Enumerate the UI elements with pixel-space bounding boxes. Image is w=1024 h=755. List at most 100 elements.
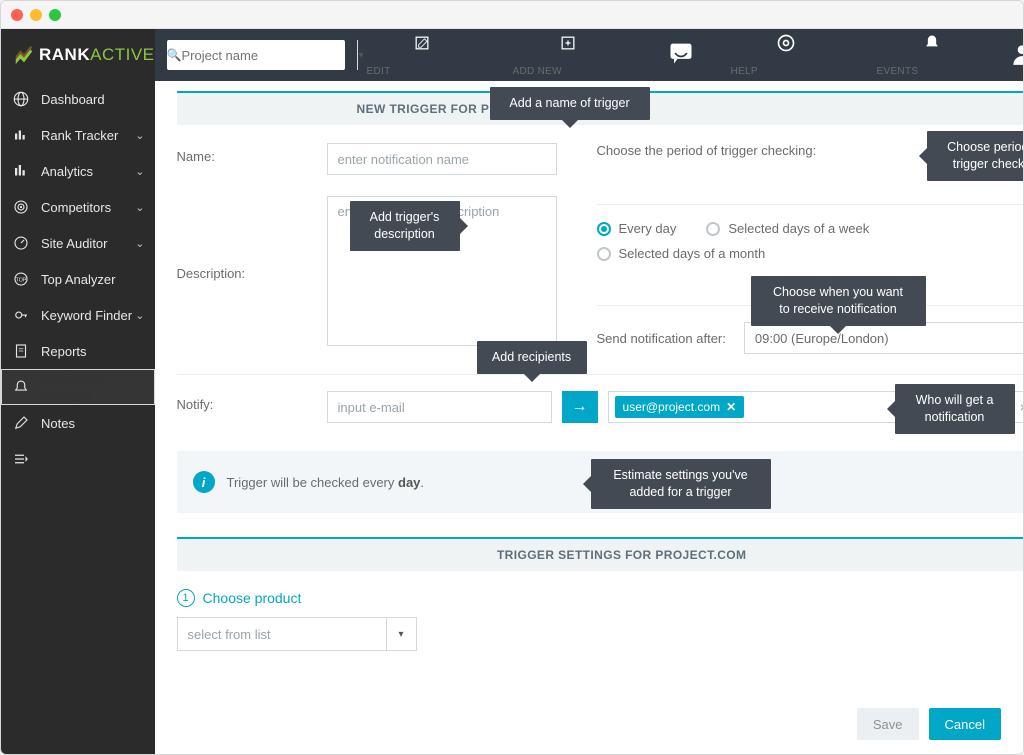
period-label: Choose the period of trigger checking: [597,143,1024,158]
chevron-down-icon: ⌄ [135,129,144,142]
radio-label: Every day [619,221,677,236]
sidebar-item-notes[interactable]: Notes [1,405,155,441]
sidebar-item-label: Site Auditor [41,236,108,251]
sidebar-item-label: Dashboard [41,92,105,107]
window-max-dot[interactable] [49,9,61,21]
sidebar-item-label: Rank Tracker [41,128,118,143]
window-titlebar [1,1,1023,29]
sidebar-item-label: Notification Manager [40,372,144,402]
topbar-label: EVENTS [877,60,987,77]
window-close-dot[interactable] [11,9,23,21]
topbar-label: HELP [731,60,841,77]
product-select[interactable]: select from list ▾ [177,617,417,651]
footer-actions: Save Cancel [181,694,1023,754]
project-select[interactable]: 🔍 ▾ [167,40,345,70]
name-label: Name: [177,143,287,176]
sidebar-item-reports[interactable]: Reports [1,333,155,369]
analytics-icon [11,162,31,180]
step-choose-product: 1 Choose product [155,571,1024,617]
sidebar-item-notification-manager[interactable]: Notification Manager [1,369,155,405]
notify-input[interactable] [327,391,552,423]
sidebar-item-label: Top Analyzer [41,272,115,287]
content: NEW TRIGGER FOR PROJECT.COM Name: Choose… [155,81,1024,754]
info-icon: i [193,471,215,493]
step-number: 1 [177,589,195,607]
globe-icon [11,90,31,108]
chevron-down-icon: ⌄ [135,165,144,178]
add-new-button[interactable]: ADD NEW [499,33,637,77]
help-icon [776,33,796,58]
trigger-form: Name: Choose the period of trigger check… [155,125,1024,441]
sidebar-item-label: Analytics [41,164,93,179]
target-icon [11,198,31,216]
radio-days-week[interactable]: Selected days of a week [706,221,869,236]
svg-text:TOP: TOP [16,277,27,283]
name-input[interactable] [327,143,557,175]
user-menu[interactable]: user ▾ [1009,41,1024,70]
main-area: 🔍 ▾ EDIT ADD NEW HELP EVENTS user ▾ NEW … [155,29,1024,754]
chevron-down-icon: ⌄ [135,309,144,322]
remove-recipient-icon[interactable]: ✕ [726,400,736,414]
sidebar-item-label: Competitors [41,200,111,215]
gauge-icon [11,234,31,252]
chevron-down-icon: ⌄ [135,201,144,214]
product-select-caret[interactable]: ▾ [387,617,417,651]
section-new-trigger: NEW TRIGGER FOR PROJECT.COM [177,91,1024,125]
send-after-value: 09:00 (Europe/London) [755,331,889,346]
recipients-box[interactable]: user@project.com ✕ × ▾ [608,391,1024,423]
radio-label: Selected days of a month [619,246,766,261]
description-input[interactable] [327,196,557,346]
doc-icon [11,342,31,360]
sidebar-item-analytics[interactable]: Analytics ⌄ [1,153,155,189]
top-icon: TOP [11,270,31,288]
key-icon [11,306,31,324]
recipient-email: user@project.com [623,400,721,414]
chat-button[interactable] [653,39,709,72]
edit-icon [412,33,432,58]
collapse-icon [11,450,31,468]
description-label: Description: [177,196,287,281]
logo: RANKACTIVE [1,29,155,81]
sidebar-item-competitors[interactable]: Competitors ⌄ [1,189,155,225]
sidebar-item-keyword-finder[interactable]: Keyword Finder⌄ [1,297,155,333]
sidebar-item-dashboard[interactable]: Dashboard [1,81,155,117]
topbar-label: EDIT [367,60,477,77]
logo-icon [13,44,35,66]
chart-icon [11,126,31,144]
send-after-field[interactable]: 09:00 (Europe/London) 🕒 [744,322,1024,354]
summary-text: Trigger will be checked every day. [227,475,425,490]
step-label: Choose product [203,590,302,606]
radio-days-month[interactable]: Selected days of a month [597,246,1024,261]
events-icon [922,33,942,58]
topbar-label: ADD NEW [513,60,623,77]
send-after-label: Send notification after: [597,331,726,346]
sidebar-item-top-analyzer[interactable]: TOP Top Analyzer [1,261,155,297]
window-min-dot[interactable] [30,9,42,21]
project-search-input[interactable] [181,40,357,70]
clear-recipients[interactable]: × [1014,399,1024,415]
chevron-down-icon: ⌄ [135,237,144,250]
radio-label: Selected days of a week [728,221,869,236]
cancel-button[interactable]: Cancel [929,708,1001,740]
sidebar-item-rank-tracker[interactable]: Rank Tracker ⌄ [1,117,155,153]
chat-icon [667,39,695,72]
search-icon: 🔍 [167,48,182,62]
add-icon [558,33,578,58]
product-select-value: select from list [177,617,387,651]
edit-button[interactable]: EDIT [353,33,491,77]
section-trigger-settings: TRIGGER SETTINGS FOR PROJECT.COM [177,537,1024,571]
topbar: 🔍 ▾ EDIT ADD NEW HELP EVENTS user ▾ [155,29,1024,81]
events-button[interactable]: EVENTS [863,33,1001,77]
notify-label: Notify: [177,391,287,423]
trigger-summary: i Trigger will be checked every day. [177,451,1024,513]
radio-every-day[interactable]: Every day [597,221,677,236]
sidebar-item-site-auditor[interactable]: Site Auditor ⌄ [1,225,155,261]
pencil-icon [11,414,31,432]
sidebar: RANKACTIVE Dashboard Rank Tracker ⌄ Analy… [1,29,155,754]
help-button[interactable]: HELP [717,33,855,77]
sidebar-item-collapse[interactable] [1,441,155,477]
sidebar-item-label: Keyword Finder [41,308,132,323]
recipient-chip: user@project.com ✕ [615,396,745,418]
add-recipient-button[interactable]: → [562,391,598,423]
save-button[interactable]: Save [857,708,919,740]
